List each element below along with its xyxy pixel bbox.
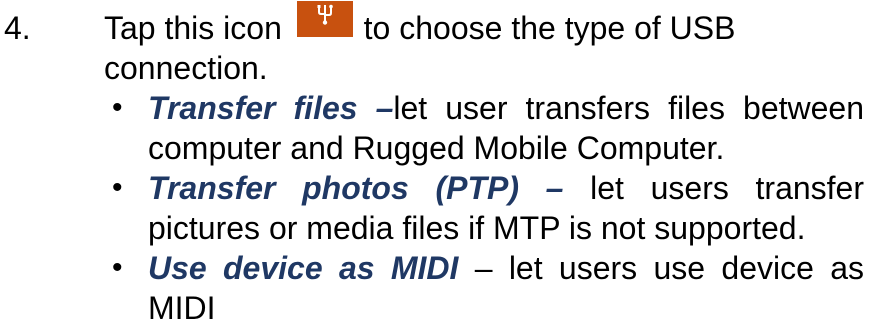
list-item-transfer-files: Transfer files –let user transfers files… — [148, 88, 864, 168]
option-dash: – — [357, 90, 394, 126]
step-text-after-icon: to choose the type of USB — [363, 10, 736, 46]
usb-icon — [296, 1, 353, 37]
bullet-icon: • — [112, 91, 123, 124]
list-item-use-as-midi: Use device as MIDI – let users use devic… — [148, 248, 864, 328]
option-dash: – — [519, 170, 564, 206]
bullet-icon: • — [112, 171, 123, 204]
option-description: let users transfer — [563, 170, 865, 206]
option-line1: Transfer files –let user transfers files… — [148, 88, 864, 128]
option-term: Use device as MIDI — [148, 250, 459, 286]
option-description-line2: computer and Rugged Mobile Computer. — [148, 130, 725, 166]
bullet-icon: • — [112, 251, 123, 284]
option-description: – let users use device as — [458, 250, 865, 286]
option-description-line2: pictures or media files if MTP is not su… — [148, 210, 806, 246]
option-description-line2: MIDI — [148, 290, 216, 326]
option-description: let user transfers files between — [393, 90, 864, 126]
step-instruction-line2: connection. — [104, 50, 268, 86]
list-item-transfer-photos: Transfer photos (PTP) – let users transf… — [148, 168, 864, 248]
step-number: 4. — [4, 10, 31, 46]
step-text-before-icon: Tap this icon — [104, 10, 282, 46]
option-line1: Use device as MIDI – let users use devic… — [148, 248, 864, 288]
option-term: Transfer files — [148, 90, 358, 126]
option-term: Transfer photos (PTP) — [148, 170, 519, 206]
step-instruction-line1: Tap this icon to choose the type of USB — [104, 1, 864, 48]
option-line1: Transfer photos (PTP) – let users transf… — [148, 168, 864, 208]
